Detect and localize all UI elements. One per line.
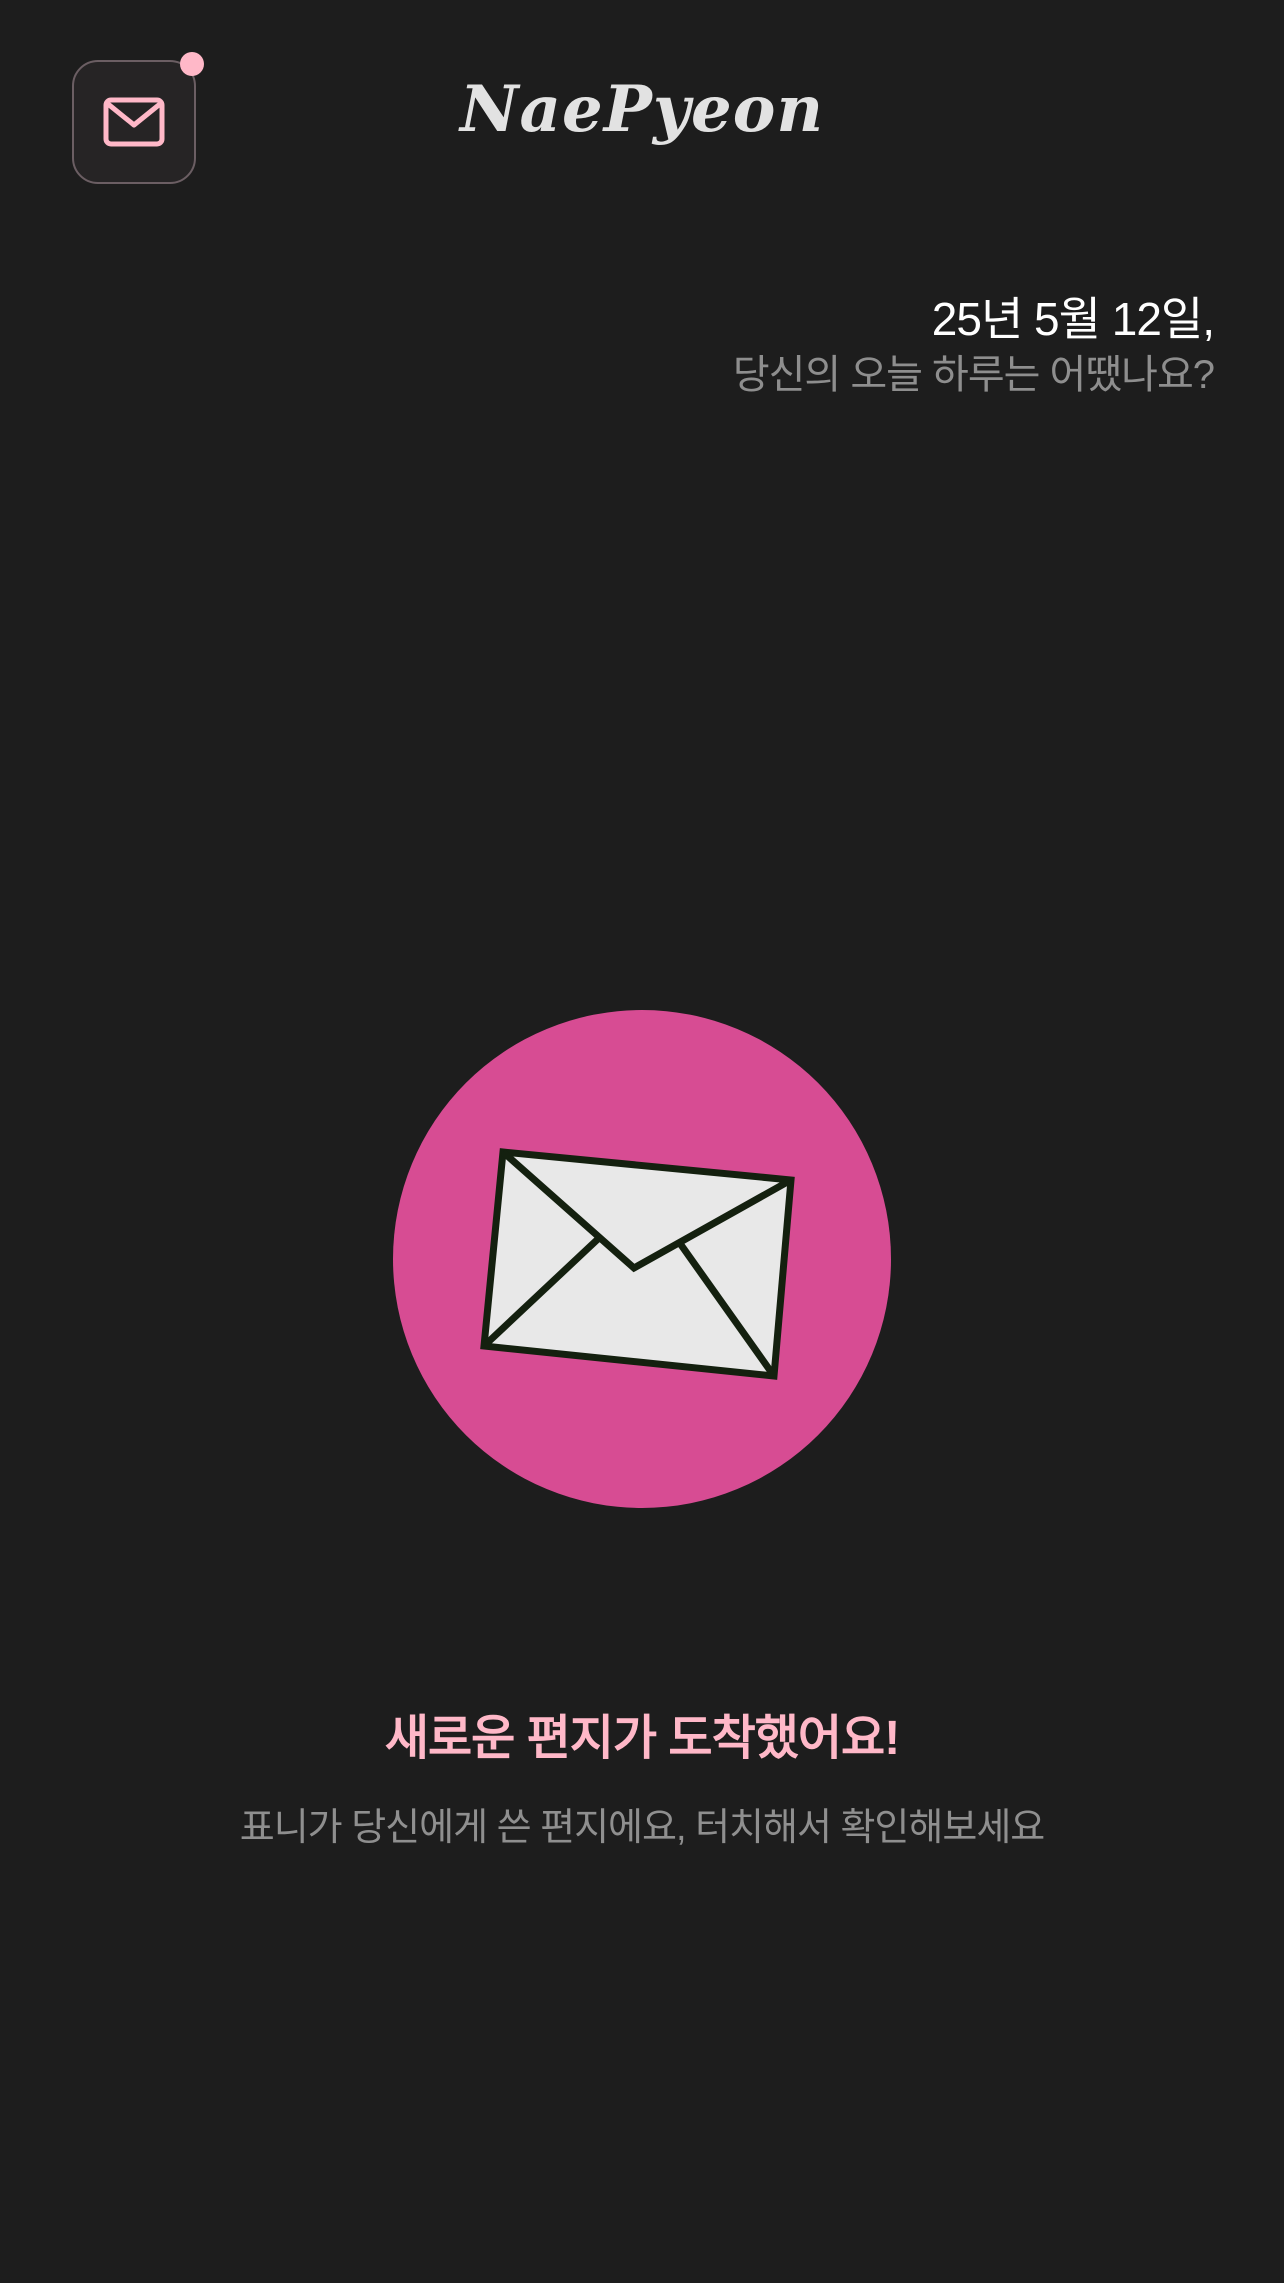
envelope-icon — [480, 1148, 795, 1380]
greeting-date: 25년 5월 12일, — [931, 293, 1215, 345]
greeting: 25년 5월 12일, 당신의 오늘 하루는 어땠나요? — [732, 290, 1215, 402]
app-title: NaePyeon — [460, 72, 824, 147]
new-letter-subtitle: 표니가 당신에게 쓴 편지에요, 터치해서 확인해보세요 — [239, 1807, 1045, 1849]
greeting-question: 당신의 오늘 하루는 어땠나요? — [732, 353, 1215, 397]
open-letter-button[interactable] — [393, 1010, 891, 1508]
new-letter-title: 새로운 편지가 도착했어요! — [384, 1712, 900, 1765]
